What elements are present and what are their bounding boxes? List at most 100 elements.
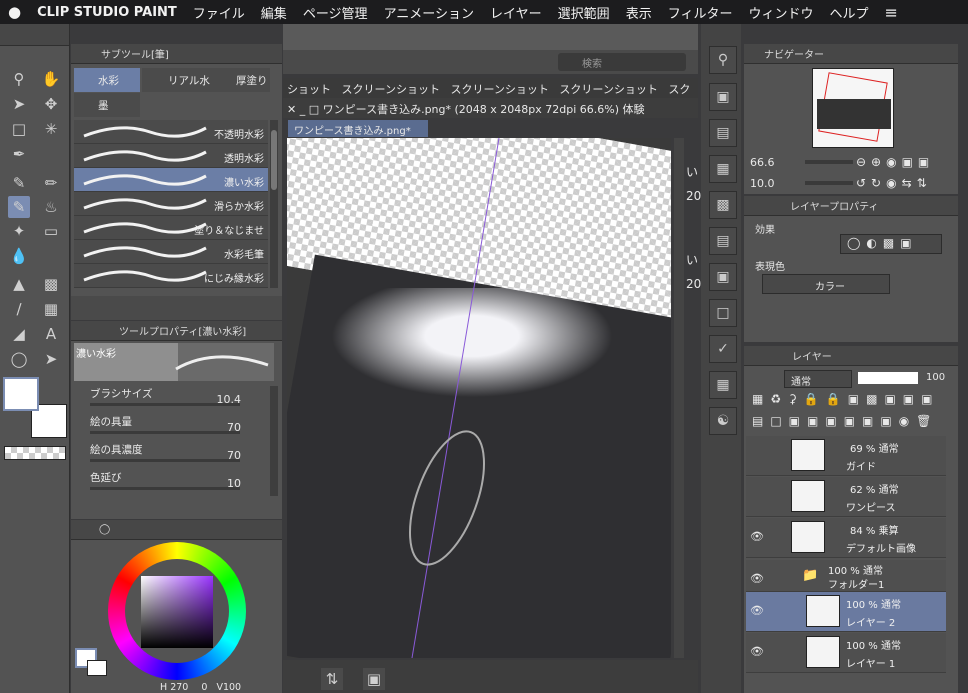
text-tool-icon[interactable]: A [40,323,62,345]
menu-filter[interactable]: フィルター [660,3,741,22]
subtool-tab-real-watercolor[interactable]: リアル水 [142,68,210,92]
pen-tool-icon[interactable]: ✎ [8,172,30,194]
tool-property-row[interactable]: 絵の具量 70 [80,414,265,440]
layer-row[interactable]: 👁 100 % 通常 レイヤー 1 [746,633,946,673]
menu-view[interactable]: 表示 [618,3,660,22]
tool-property-row[interactable]: ブラシサイズ 10.4 [80,386,265,412]
hand-tool-icon[interactable]: ✋ [40,68,62,90]
menu-help[interactable]: ヘルプ [821,3,876,22]
eye-icon[interactable]: 👁 [750,645,764,658]
list-icon[interactable]: ≡ [876,3,905,22]
property-slider[interactable] [90,431,240,434]
layer-row[interactable]: 👁 100 % 通常 レイヤー 2 [746,592,946,632]
auto-select-icon[interactable]: ✳ [40,118,62,140]
eye-icon[interactable]: 👁 [750,530,764,543]
menu-layer[interactable]: レイヤー [482,3,550,22]
gradient-tool-icon[interactable]: ▩ [40,273,62,295]
subtool-tab-ink[interactable]: 墨 [74,93,140,117]
brush-item[interactable]: 不透明水彩 [74,120,268,144]
apple-menu-icon[interactable]: ● [0,3,29,21]
material-icon[interactable]: ▣ [709,83,737,111]
maximize-icon[interactable]: □ [309,103,319,116]
tool-property-scrollbar[interactable] [270,386,278,496]
decoration-tool-icon[interactable]: ✦ [8,220,30,242]
eye-icon[interactable]: 👁 [750,572,764,585]
search-icon[interactable]: ⚲ [709,46,737,74]
brush-item[interactable]: 水彩毛筆 [74,240,268,264]
effect-buttons[interactable]: ◯◐▩▣ [840,234,942,254]
layer-row[interactable]: 62 % 通常 ワンピース [746,477,946,517]
blend-tool-icon[interactable]: 💧 [8,245,30,267]
rotate-slider[interactable] [805,181,853,185]
navigator-zoom-buttons[interactable]: ⊖⊕◉▣▣ [856,155,934,169]
navigator-icon[interactable]: ▣ [363,668,385,690]
canvas-viewport[interactable] [287,138,671,658]
tool-property-row[interactable]: 絵の具濃度 70 [80,442,265,468]
subtool-tab-watercolor[interactable]: 水彩 [74,68,140,92]
layer-row[interactable]: 👁 84 % 乗算 デフォルト画像 [746,518,946,558]
tab-screenshot[interactable]: スクリーンショット [450,83,548,96]
selection-tool-icon[interactable]: □ [8,118,30,140]
ruler-tool-icon[interactable]: ◢ [8,323,30,345]
layer-toolbar-1[interactable]: ▦♻⚳🔒🔒▣▩▣▣▣ [752,392,952,410]
search-field[interactable]: 検索 [558,53,686,71]
tool-property-row[interactable]: 色延び 10 [80,470,265,496]
history-icon[interactable]: ▤ [709,119,737,147]
close-icon[interactable]: ✕ [287,103,296,116]
property-slider[interactable] [90,487,240,490]
canvas-tab[interactable]: ワンピース書き込み.png* [288,120,428,137]
frame-tool-icon[interactable]: ▦ [40,298,62,320]
eyedropper-icon[interactable]: ✒ [8,143,30,165]
brush-item[interactable]: 塗り＆なじませ [74,216,268,240]
airbrush-icon[interactable]: ♨ [40,196,62,218]
opacity-value[interactable]: 100 [926,372,945,383]
layer-search-icon[interactable]: ▤ [709,227,737,255]
color-sub-swatch-small[interactable] [87,660,107,676]
layer-row[interactable]: 👁 📁 100 % 通常 フォルダー1 [746,560,946,592]
eye-icon[interactable]: 👁 [750,604,764,617]
app-menu[interactable]: CLIP STUDIO PAINT [29,5,185,20]
property-slider[interactable] [90,459,240,462]
menu-page[interactable]: ページ管理 [295,3,376,22]
color-square[interactable] [141,576,213,648]
minimize-icon[interactable]: _ [300,103,306,116]
transparent-color-swatch[interactable] [4,446,66,460]
brush-item[interactable]: 滑らか水彩 [74,192,268,216]
menu-window[interactable]: ウィンドウ [740,3,821,22]
texture-icon[interactable]: ▩ [709,191,737,219]
navigator-preview[interactable] [812,68,894,148]
tab-screenshot[interactable]: ショット [287,83,331,96]
operation-tool-icon[interactable]: ➤ [8,93,30,115]
brush-item[interactable]: にじみ縁水彩 [74,264,268,288]
correct-line-icon[interactable]: ➤ [40,348,62,370]
subtool-tab-impasto[interactable]: 厚塗り [210,68,270,92]
opacity-slider[interactable] [858,372,918,384]
main-color-swatch[interactable] [3,377,39,411]
eraser-icon[interactable]: ▭ [40,220,62,242]
menu-animation[interactable]: アニメーション [376,3,482,22]
menu-selection[interactable]: 選択範囲 [550,3,618,22]
rotate-field[interactable]: 10.0 [748,177,804,191]
canvas-vertical-scroll[interactable] [674,138,684,658]
pencil-tool-icon[interactable]: ✏ [40,172,62,194]
balloon-tool-icon[interactable]: ◯ [8,348,30,370]
brush-item[interactable]: 濃い水彩 [74,168,268,192]
navigator-rotate-buttons[interactable]: ↺↻◉⇆⇅ [856,176,932,190]
menu-edit[interactable]: 編集 [253,3,295,22]
blend-mode-select[interactable]: 通常 [784,370,852,388]
figure-icon[interactable]: ☯ [709,407,737,435]
subtool-scrollbar[interactable] [270,120,278,288]
auto-action-icon[interactable]: ✓ [709,335,737,363]
tab-screenshot[interactable]: スク [668,83,690,96]
layer-row[interactable]: 69 % 通常 ガイド [746,436,946,476]
menu-file[interactable]: ファイル [185,3,253,22]
item-bank-icon[interactable]: □ [709,299,737,327]
move-tool-icon[interactable]: ✥ [40,93,62,115]
tab-screenshot[interactable]: スクリーンショット [559,83,657,96]
3d-icon[interactable]: ▦ [709,371,737,399]
zoom-tool-icon[interactable]: ⚲ [8,68,30,90]
animation-icon[interactable]: ▣ [709,263,737,291]
zoom-field[interactable]: 66.6 [748,156,804,170]
color-mode-select[interactable]: カラー [762,274,890,294]
zoom-slider[interactable] [805,160,853,164]
